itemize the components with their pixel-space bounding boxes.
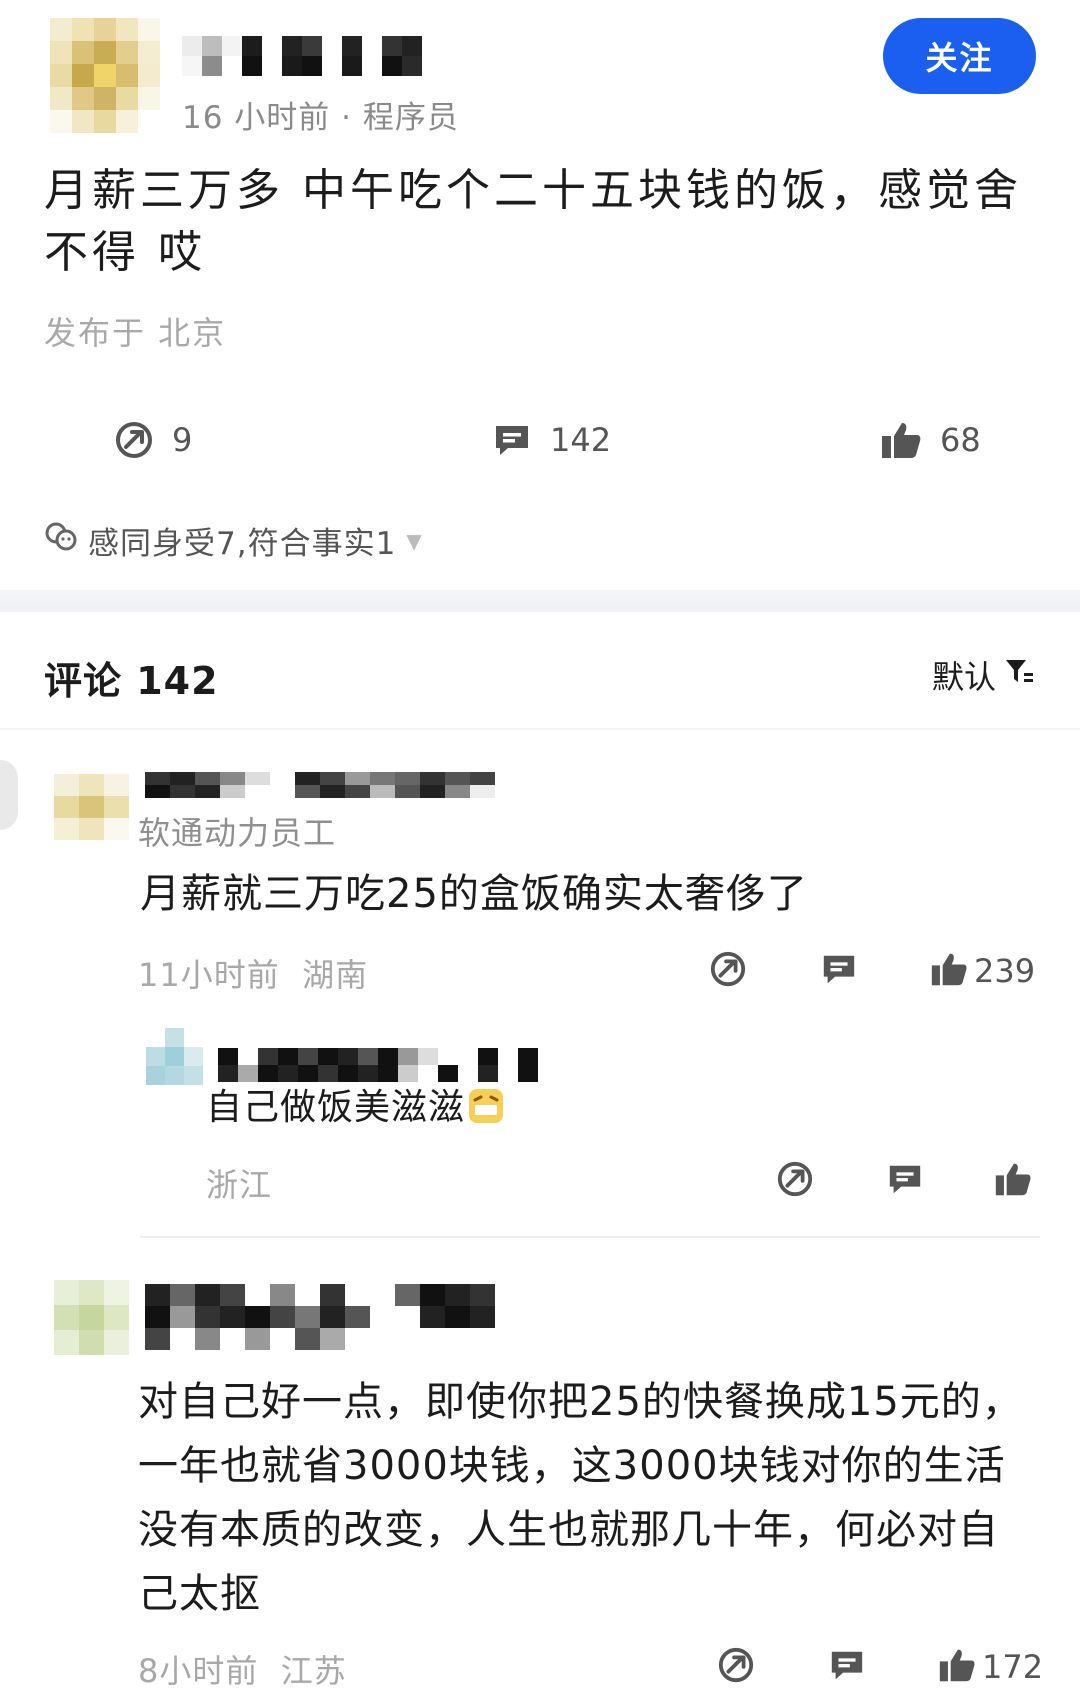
- section-divider: [0, 590, 1080, 612]
- like-icon: [930, 950, 968, 992]
- post-author-avatar[interactable]: [50, 18, 160, 133]
- reply-author-blurred[interactable]: [218, 1048, 550, 1082]
- share-action[interactable]: 9: [114, 420, 192, 460]
- reply-text: 自己做饭美滋滋: [206, 1087, 466, 1128]
- comment-2-meta: 8小时前 江苏: [138, 1652, 347, 1690]
- header-divider: [0, 728, 1080, 730]
- share-count: 9: [172, 421, 193, 459]
- comment-1-avatar[interactable]: [54, 774, 129, 840]
- edge-handle[interactable]: [0, 760, 18, 830]
- comment-divider: [140, 1236, 1040, 1238]
- sort-dropdown[interactable]: 默认: [932, 652, 1034, 698]
- reaction-text: 感同身受7,符合事实1: [88, 526, 397, 562]
- like-icon: [880, 420, 922, 460]
- comment-icon: [492, 420, 532, 460]
- share-icon: [114, 420, 154, 460]
- comment-2-like-button[interactable]: 172: [938, 1646, 1043, 1688]
- comment-action[interactable]: 142: [492, 420, 611, 460]
- like-count: 68: [940, 421, 981, 459]
- comment-2-share-button[interactable]: [717, 1646, 755, 1688]
- reply-text-row: 自己做饭美滋滋: [206, 1080, 505, 1136]
- comment-2-reply-button[interactable]: [828, 1646, 866, 1688]
- post-author-name-blurred[interactable]: [182, 36, 422, 76]
- filter-icon: [1004, 656, 1034, 694]
- reaction-icon: [44, 521, 78, 561]
- comment-2-avatar[interactable]: [54, 1280, 130, 1356]
- reply-like-button[interactable]: [994, 1160, 1032, 1202]
- comment-1-like-count: 239: [974, 952, 1036, 990]
- comment-icon: [828, 1646, 866, 1688]
- comment-1-share-button[interactable]: [709, 950, 747, 992]
- grin-emoji-icon: [467, 1087, 505, 1129]
- comment-icon: [886, 1160, 924, 1202]
- comment-1-author-blurred[interactable]: [145, 772, 495, 798]
- post-location: 发布于 北京: [44, 314, 227, 352]
- reply-reply-button[interactable]: [886, 1160, 924, 1202]
- post-meta: 16 小时前 · 程序员: [182, 100, 459, 136]
- comment-icon: [820, 950, 858, 992]
- share-icon: [709, 950, 747, 992]
- comment-1-subtitle: 软通动力员工: [138, 814, 337, 852]
- comment-2-like-count: 172: [982, 1648, 1044, 1686]
- comment-1-meta: 11小时前 湖南: [138, 956, 369, 994]
- sort-label: 默认: [932, 658, 997, 696]
- reaction-summary[interactable]: 感同身受7,符合事实1 ▼: [44, 518, 423, 563]
- comment-1-text: 月薪就三万吃25的盒饭确实太奢侈了: [140, 871, 808, 917]
- reply-meta: 浙江: [206, 1166, 273, 1204]
- like-icon: [938, 1646, 976, 1688]
- like-icon: [994, 1160, 1032, 1202]
- share-icon: [717, 1646, 755, 1688]
- post-text: 月薪三万多 中午吃个二十五块钱的饭，感觉舍不得 哎: [44, 165, 1022, 278]
- comment-count: 142: [550, 421, 612, 459]
- comment-2-author-blurred[interactable]: [145, 1284, 495, 1350]
- reply-avatar[interactable]: [146, 1028, 203, 1085]
- like-action[interactable]: 68: [880, 420, 981, 460]
- follow-button[interactable]: 关注: [883, 18, 1036, 94]
- share-icon: [776, 1160, 814, 1202]
- comments-title: 评论 142: [44, 659, 219, 703]
- comment-1-like-button[interactable]: 239: [930, 950, 1035, 992]
- comment-2-text: 对自己好一点，即使你把25的快餐换成15元的，一年也就省3000块钱，这3000…: [138, 1379, 1023, 1617]
- comment-1-reply-button[interactable]: [820, 950, 858, 992]
- chevron-down-icon: ▼: [406, 528, 423, 553]
- reply-share-button[interactable]: [776, 1160, 814, 1202]
